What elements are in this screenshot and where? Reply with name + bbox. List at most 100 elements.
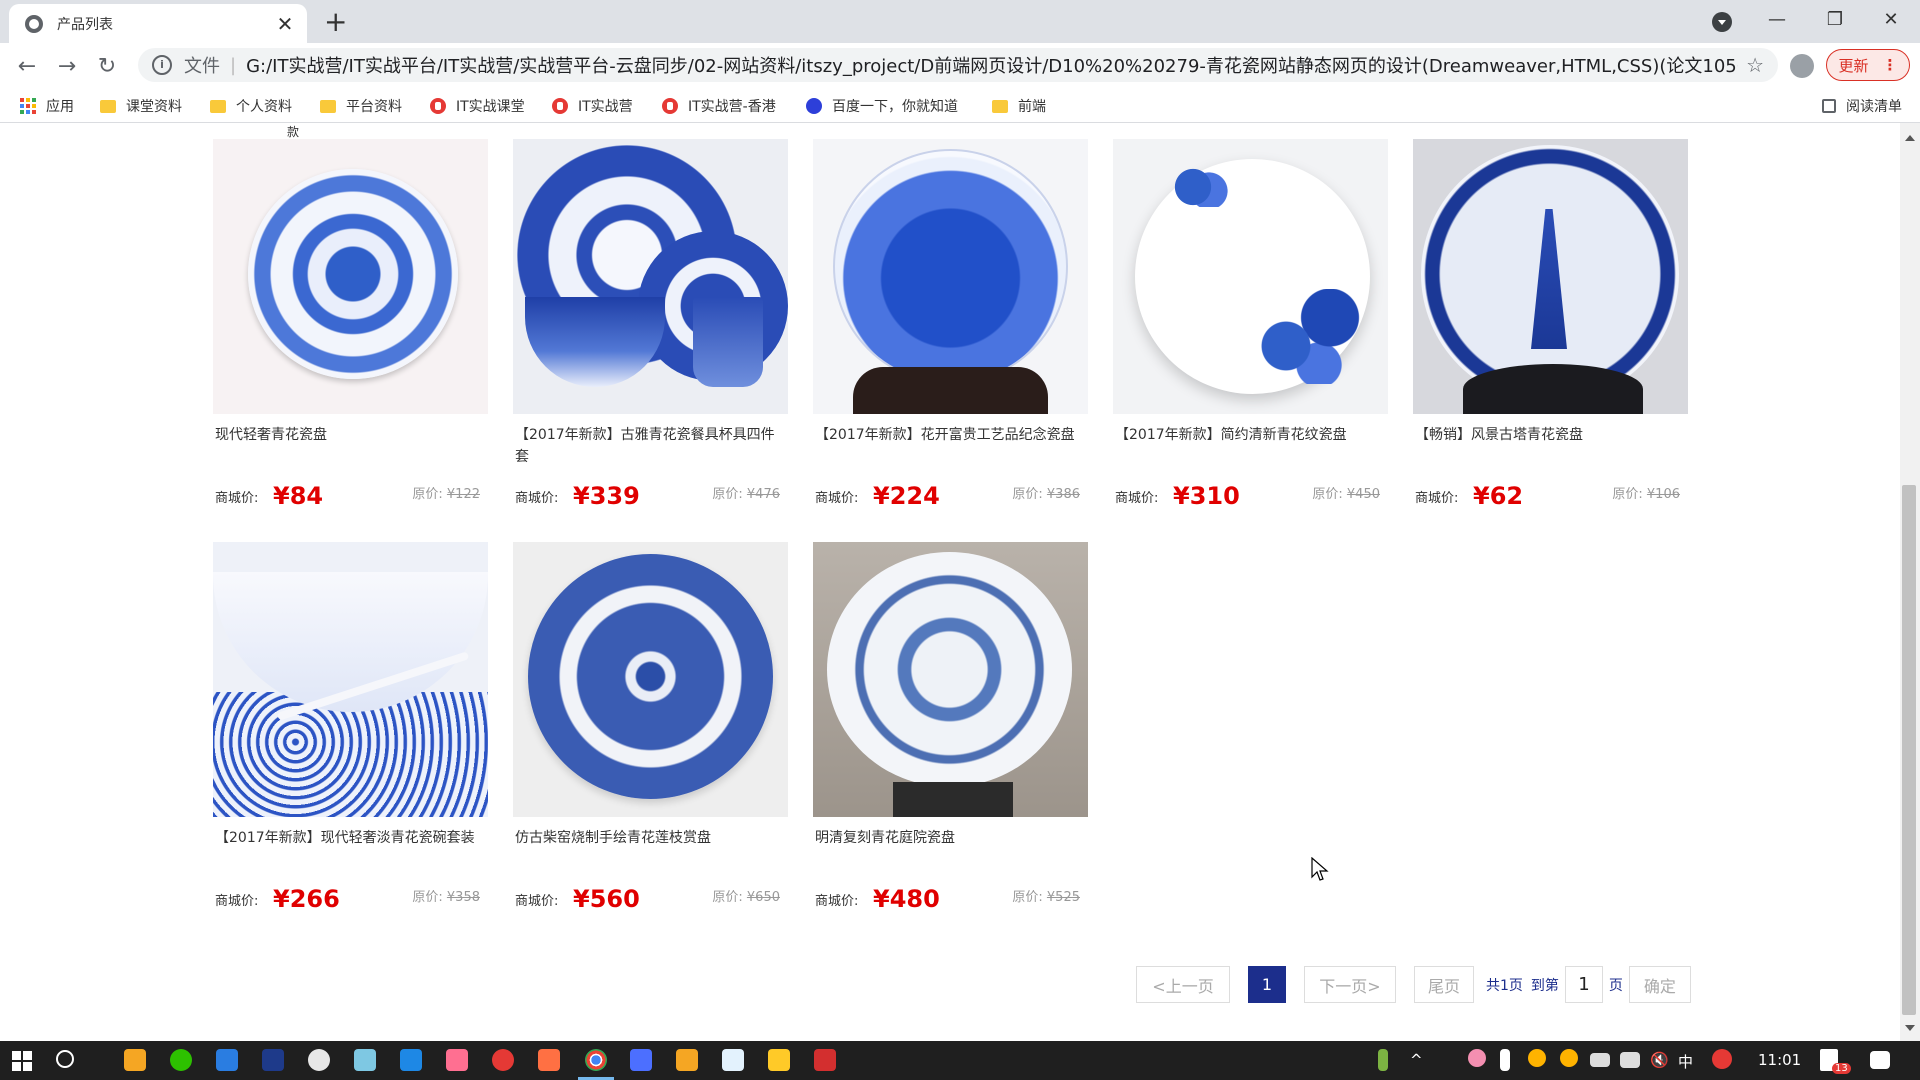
product-card[interactable]: 仿古柴窑烧制手绘青花莲枝赏盘 商城价: ¥560 原价: ¥650 [513,542,788,913]
minimize-button[interactable]: — [1748,0,1806,38]
account-avatar-icon[interactable] [1790,54,1814,78]
close-window-button[interactable]: ✕ [1862,0,1920,38]
volume-muted-icon[interactable]: 🔇 [1650,1051,1669,1069]
product-image[interactable] [813,139,1088,414]
product-image[interactable] [1113,139,1388,414]
product-name[interactable]: 仿古柴窑烧制手绘青花莲枝赏盘 [513,827,788,871]
back-arrow-icon[interactable]: ← [10,49,44,83]
confirm-button[interactable]: 确定 [1628,966,1691,1003]
app-icon-1[interactable] [124,1049,146,1071]
info-icon[interactable]: i [152,55,172,75]
product-card[interactable]: 明清复刻青花庭院瓷盘 商城价: ¥480 原价: ¥525 [813,542,1088,913]
app-icon-10[interactable] [538,1049,560,1071]
tray-chevron-icon[interactable]: ^ [1410,1051,1423,1069]
clock[interactable]: 11:01 [1758,1051,1801,1069]
battery-icon[interactable] [1378,1049,1388,1071]
app-icon-13[interactable] [676,1049,698,1071]
product-card[interactable]: 【2017年新款】现代轻奢淡青花瓷碗套装 商城价: ¥266 原价: ¥358 [213,542,488,913]
product-prices: 商城价: ¥266 原价: ¥358 [213,877,488,913]
address-bar[interactable]: i 文件 | G:/IT实战营/IT实战平台/IT实战营/实战营平台-云盘同步/… [138,48,1778,82]
product-card[interactable]: 【畅销】风景古塔青花瓷盘 商城价: ¥62 原价: ¥106 [1413,139,1688,510]
product-name[interactable]: 【2017年新款】花开富贵工艺品纪念瓷盘 [813,424,1088,468]
scroll-up-icon[interactable] [1905,135,1915,141]
tab-search-icon[interactable] [1712,12,1732,32]
product-name[interactable]: 现代轻奢青花瓷盘 [213,424,488,468]
url-text[interactable]: G:/IT实战营/IT实战平台/IT实战营/实战营平台-云盘同步/02-网站资料… [246,52,1738,78]
bookmark-it-camp[interactable]: IT实战营 [552,96,633,116]
mall-price-label: 商城价: [815,491,859,506]
reading-list-button[interactable]: 阅读清单 [1822,96,1902,116]
product-card[interactable]: 【2017年新款】花开富贵工艺品纪念瓷盘 商城价: ¥224 原价: ¥386 [813,139,1088,510]
product-image[interactable] [513,542,788,817]
tray-icon-1[interactable] [1468,1049,1486,1067]
product-card[interactable]: 【2017年新款】简约清新青花纹瓷盘 商城价: ¥310 原价: ¥450 [1113,139,1388,510]
scrollbar-thumb[interactable] [1902,485,1916,1015]
file-explorer-icon[interactable] [768,1049,790,1071]
ime-indicator[interactable]: 中 [1678,1051,1693,1072]
microphone-icon[interactable] [1500,1049,1510,1071]
chrome-icon[interactable] [585,1049,607,1071]
network-icon[interactable] [1620,1052,1640,1068]
url-separator: | [230,54,237,76]
bookmark-folder-classroom[interactable]: 课堂资料 [100,96,182,116]
page-1-button[interactable]: 1 [1248,966,1286,1003]
bookmark-folder-platform[interactable]: 平台资料 [320,96,402,116]
bookmark-baidu[interactable]: 百度一下，你就知道 [806,96,958,116]
search-icon[interactable] [56,1050,74,1068]
wps-icon[interactable] [814,1049,836,1071]
mall-price: ¥62 [1473,482,1524,510]
reload-icon[interactable]: ↻ [90,49,124,83]
product-name[interactable]: 【2017年新款】简约清新青花纹瓷盘 [1113,424,1388,468]
app-icon-5[interactable] [308,1049,330,1071]
product-name[interactable]: 【畅销】风景古塔青花瓷盘 [1413,424,1688,468]
prev-page-button[interactable]: <上一页 [1136,966,1230,1003]
restore-button[interactable]: ❐ [1806,0,1864,38]
qq-icon[interactable] [1528,1049,1546,1067]
bookmark-folder-personal[interactable]: 个人资料 [210,96,292,116]
app-icon-12[interactable] [630,1049,652,1071]
notification-count: 13 [1832,1063,1851,1074]
product-card[interactable]: 【2017年新款】古雅青花瓷餐具杯具四件套 商城价: ¥339 原价: ¥476 [513,139,788,510]
product-prices: 商城价: ¥310 原价: ¥450 [1113,474,1388,510]
globe-icon [25,14,43,33]
product-image[interactable] [213,542,488,817]
bookmark-star-icon[interactable]: ☆ [1746,53,1764,77]
active-tab[interactable]: 产品列表 ✕ [9,4,307,43]
tab-title: 产品列表 [57,16,113,33]
forward-arrow-icon[interactable]: → [50,49,84,83]
product-name[interactable]: 【2017年新款】古雅青花瓷餐具杯具四件套 [513,424,788,468]
product-card[interactable]: 现代轻奢青花瓷盘 商城价: ¥84 原价: ¥122 [213,139,488,510]
app-icon-6[interactable] [354,1049,376,1071]
bookmark-folder-frontend[interactable]: 前端 [992,96,1046,116]
product-image[interactable] [213,139,488,414]
vertical-scrollbar[interactable] [1900,123,1920,1041]
app-icon-14[interactable] [722,1049,744,1071]
scroll-down-icon[interactable] [1905,1025,1915,1031]
page-number-input[interactable] [1564,966,1603,1003]
product-name[interactable]: 【2017年新款】现代轻奢淡青花瓷碗套装 [213,827,488,871]
close-tab-icon[interactable]: ✕ [275,14,295,34]
action-center-icon[interactable] [1870,1051,1890,1069]
product-image[interactable] [513,139,788,414]
app-icon-7[interactable] [400,1049,422,1071]
product-image[interactable] [813,542,1088,817]
qq-icon-2[interactable] [1560,1049,1578,1067]
app-icon-3[interactable] [216,1049,238,1071]
bookmark-it-classroom[interactable]: IT实战课堂 [430,96,525,116]
product-name[interactable]: 明清复刻青花庭院瓷盘 [813,827,1088,871]
sogou-icon[interactable] [1712,1049,1732,1069]
product-image[interactable] [1413,139,1688,414]
windows-start-icon[interactable] [12,1051,32,1071]
app-icon-9[interactable] [492,1049,514,1071]
next-page-button[interactable]: 下一页> [1304,966,1396,1003]
tray-icon-2[interactable] [1590,1053,1610,1067]
app-icon-8[interactable] [446,1049,468,1071]
update-button[interactable]: 更新 ⋮ [1826,49,1910,81]
last-page-button[interactable]: 尾页 [1414,966,1474,1003]
original-price: 原价: ¥476 [712,487,780,502]
wechat-icon[interactable] [170,1049,192,1071]
app-icon-4[interactable] [262,1049,284,1071]
new-tab-button[interactable]: + [324,8,347,36]
bookmark-apps[interactable]: 应用 [20,96,74,116]
bookmark-it-camp-hk[interactable]: IT实战营-香港 [662,96,776,116]
